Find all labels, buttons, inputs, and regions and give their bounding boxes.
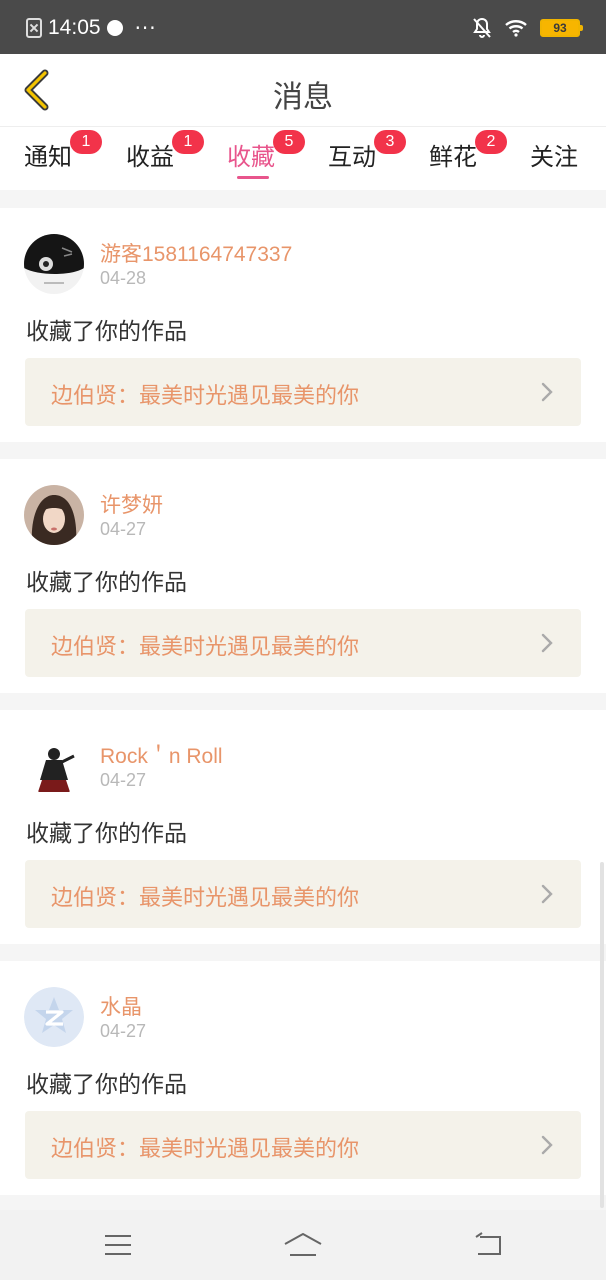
- work-link[interactable]: 边伯贤：最美时光遇见最美的你: [25, 358, 581, 426]
- tab-earnings[interactable]: 收益 1: [126, 130, 204, 172]
- message-action: 收藏了你的作品: [26, 319, 187, 345]
- battery-level: 93: [553, 21, 567, 35]
- avatar[interactable]: [24, 485, 84, 545]
- avatar-figure-icon: [24, 736, 84, 796]
- battery-icon: 93: [540, 19, 583, 37]
- system-nav-bar: [0, 1210, 606, 1280]
- work-link[interactable]: 边伯贤：最美时光遇见最美的你: [25, 1111, 581, 1179]
- tab-label: 互动: [328, 143, 376, 171]
- message-action: 收藏了你的作品: [26, 570, 187, 596]
- tab-badge: 1: [172, 130, 204, 154]
- username[interactable]: 游客1581164747337: [100, 238, 292, 268]
- active-tab-indicator: [237, 176, 269, 179]
- avatar-default-icon: [24, 987, 84, 1047]
- work-title: 边伯贤：最美时光遇见最美的你: [51, 886, 360, 911]
- status-right: 93: [472, 14, 583, 42]
- work-link[interactable]: 边伯贤：最美时光遇见最美的你: [25, 860, 581, 928]
- message-date: 04-27: [100, 770, 147, 790]
- chevron-right-icon: [541, 884, 553, 904]
- message-card: 游客1581164747337 04-28 收藏了你的作品 边伯贤：最美时光遇见…: [0, 208, 606, 442]
- tab-label: 收益: [126, 143, 174, 171]
- tab-badge: 3: [374, 130, 406, 154]
- sim-off-icon: [26, 18, 42, 38]
- tab-badge: 1: [70, 130, 102, 154]
- avatar[interactable]: [24, 736, 84, 796]
- avatar-ink-art-icon: [24, 234, 84, 294]
- wifi-icon: [505, 20, 527, 37]
- message-date: 04-27: [100, 519, 147, 539]
- work-title: 边伯贤：最美时光遇见最美的你: [51, 635, 360, 660]
- status-time: 14:05: [48, 16, 101, 39]
- avatar[interactable]: [24, 987, 84, 1047]
- chevron-right-icon: [541, 382, 553, 402]
- home-icon: [284, 1233, 322, 1256]
- message-card: 水晶 04-27 收藏了你的作品 边伯贤：最美时光遇见最美的你: [0, 961, 606, 1195]
- tab-bar: 通知 1 收益 1 收藏 5 互动 3 鲜花 2 关注: [0, 126, 606, 190]
- username[interactable]: 水晶: [100, 991, 142, 1021]
- work-title: 边伯贤：最美时光遇见最美的你: [51, 1137, 360, 1162]
- tab-follows[interactable]: 关注: [530, 137, 578, 172]
- tab-label: 通知: [24, 143, 72, 171]
- message-action: 收藏了你的作品: [26, 821, 187, 847]
- tab-flowers[interactable]: 鲜花 2: [429, 130, 507, 172]
- menu-icon: [105, 1235, 131, 1255]
- message-card: 许梦妍 04-27 收藏了你的作品 边伯贤：最美时光遇见最美的你: [0, 459, 606, 693]
- tab-label: 收藏: [227, 143, 275, 171]
- tab-favorites[interactable]: 收藏 5: [227, 130, 305, 172]
- back-icon: [475, 1232, 501, 1255]
- status-left: 14:05 ···: [26, 14, 157, 42]
- message-action: 收藏了你的作品: [26, 1072, 187, 1098]
- avatar[interactable]: [24, 234, 84, 294]
- message-date: 04-27: [100, 1021, 147, 1041]
- bell-off-icon: [473, 17, 491, 38]
- work-link[interactable]: 边伯贤：最美时光遇见最美的你: [25, 609, 581, 677]
- home-button[interactable]: [283, 1228, 323, 1262]
- avatar-portrait-icon: [24, 485, 84, 545]
- chevron-right-icon: [541, 1135, 553, 1155]
- app-dot-icon: [106, 20, 123, 36]
- chevron-right-icon: [541, 633, 553, 653]
- menu-button[interactable]: [98, 1228, 138, 1262]
- tab-badge: 2: [475, 130, 507, 154]
- scrollbar[interactable]: [600, 862, 604, 1208]
- status-more: ···: [134, 16, 157, 40]
- tab-interactions[interactable]: 互动 3: [328, 130, 406, 172]
- work-title: 边伯贤：最美时光遇见最美的你: [51, 384, 360, 409]
- tab-badge: 5: [273, 130, 305, 154]
- tab-label: 鲜花: [429, 143, 477, 171]
- header: 消息: [0, 54, 606, 126]
- page-title: 消息: [273, 80, 333, 115]
- username[interactable]: Rock＇n Roll: [100, 740, 223, 770]
- tab-notifications[interactable]: 通知 1: [24, 130, 102, 172]
- message-date: 04-28: [100, 268, 147, 288]
- tab-label: 关注: [530, 143, 578, 171]
- message-card: Rock＇n Roll 04-27 收藏了你的作品 边伯贤：最美时光遇见最美的你: [0, 710, 606, 944]
- username[interactable]: 许梦妍: [100, 489, 163, 519]
- back-nav-button[interactable]: [468, 1228, 508, 1262]
- status-bar: 14:05 ··· 93: [0, 0, 606, 54]
